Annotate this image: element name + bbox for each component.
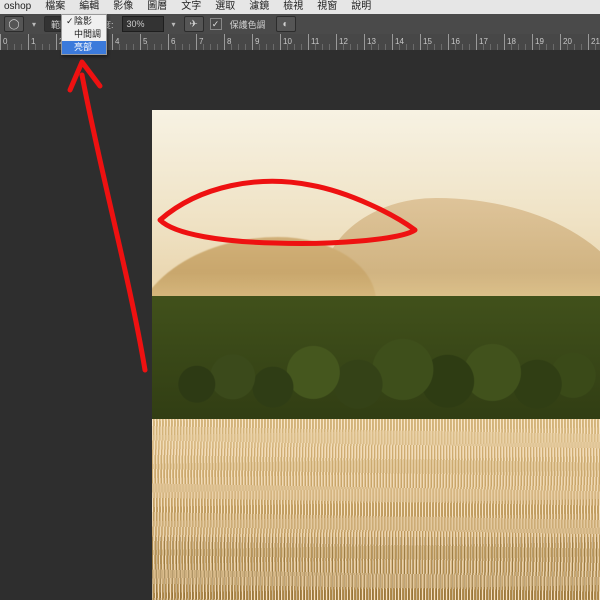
menu-image[interactable]: 影像: [113, 0, 133, 14]
menubar: oshop 檔案 編輯 影像 圖層 文字 選取 濾鏡 檢視 視窗 說明: [0, 0, 600, 14]
check-icon: ✓: [66, 16, 74, 27]
exposure-field[interactable]: 30%: [122, 16, 164, 32]
document-image[interactable]: [152, 110, 600, 600]
tool-preset-chevron-icon[interactable]: ▾: [30, 20, 38, 29]
range-option-highlights[interactable]: 亮部: [62, 41, 106, 54]
menu-help[interactable]: 說明: [351, 0, 371, 14]
canvas-area[interactable]: [0, 50, 600, 600]
protect-tones-checkbox[interactable]: ✓: [210, 18, 222, 30]
menu-layer[interactable]: 圖層: [147, 0, 167, 14]
menu-window[interactable]: 視窗: [317, 0, 337, 14]
menu-type[interactable]: 文字: [181, 0, 201, 14]
tool-preset-icon[interactable]: ◯: [4, 16, 24, 32]
menu-filter[interactable]: 濾鏡: [249, 0, 269, 14]
menu-file[interactable]: 檔案: [45, 0, 65, 14]
menu-select[interactable]: 選取: [215, 0, 235, 14]
protect-tones-label: 保護色調: [230, 18, 266, 31]
app-name: oshop: [4, 0, 31, 14]
exposure-value: 30%: [127, 19, 145, 29]
exposure-chevron-icon[interactable]: ▾: [170, 20, 178, 29]
range-dropdown-menu: ✓陰影 中間調 亮部: [61, 14, 107, 55]
menu-edit[interactable]: 編輯: [79, 0, 99, 14]
range-option-shadows[interactable]: ✓陰影: [62, 15, 106, 28]
menu-view[interactable]: 檢視: [283, 0, 303, 14]
pressure-icon[interactable]: ◐: [276, 16, 296, 32]
airbrush-icon[interactable]: ✈: [184, 16, 204, 32]
image-field: [152, 419, 600, 600]
range-option-midtones[interactable]: 中間調: [62, 28, 106, 41]
